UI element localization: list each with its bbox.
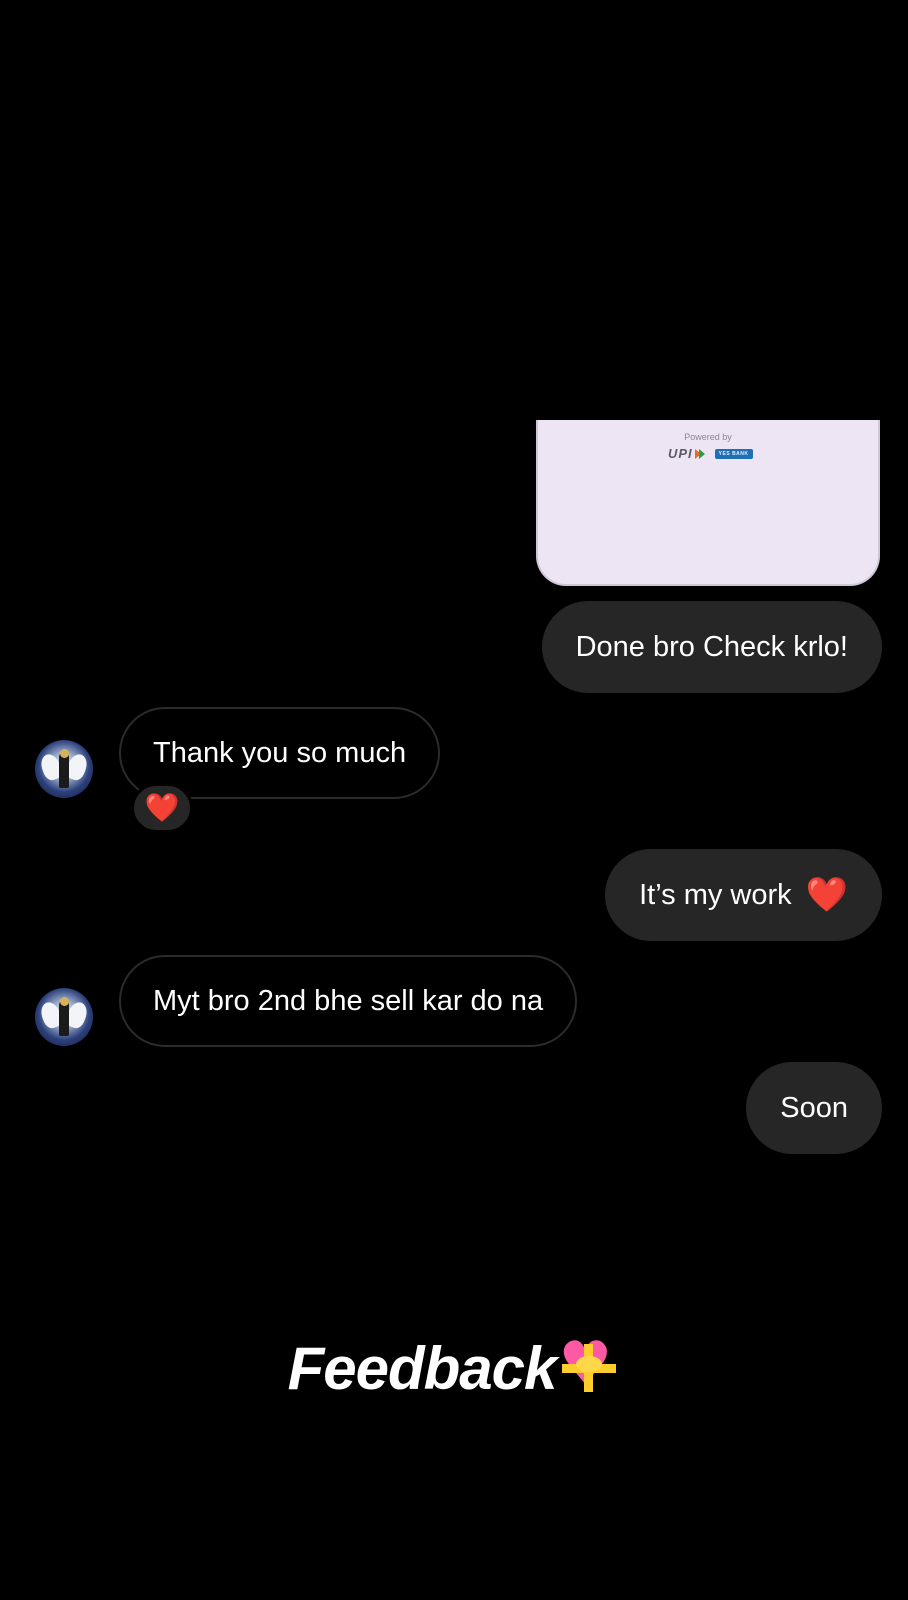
message-reaction[interactable]: ❤️	[131, 783, 193, 833]
powered-by-text: Powered by	[684, 432, 732, 442]
message-bubble-sent[interactable]: Soon	[746, 1062, 882, 1154]
shared-payment-screenshot[interactable]: Powered by UPI YES BANK	[536, 420, 880, 586]
feedback-caption: Feedback ♥	[0, 1334, 908, 1403]
message-text: Myt bro 2nd bhe sell kar do na	[153, 984, 544, 1017]
heart-emoji-icon: ❤️	[805, 875, 848, 915]
upi-logo-text: UPI	[668, 446, 693, 461]
heart-reaction-icon: ❤️	[144, 791, 180, 824]
message-text: Done bro Check krlo!	[575, 630, 848, 663]
contact-avatar[interactable]	[35, 740, 93, 798]
heart-with-ribbon-icon: ♥	[558, 1334, 620, 1398]
message-text: It’s my work	[639, 878, 792, 911]
message-text: Thank you so much	[153, 736, 407, 769]
message-bubble-received[interactable]: Myt bro 2nd bhe sell kar do na	[119, 955, 578, 1047]
message-bubble-sent[interactable]: Done bro Check krlo!	[541, 601, 882, 693]
upi-logo: UPI	[668, 446, 705, 461]
bank-logo: YES BANK	[714, 448, 753, 459]
payment-logos: UPI YES BANK	[668, 446, 753, 461]
message-text: Soon	[780, 1091, 848, 1124]
feedback-text: Feedback	[287, 1335, 558, 1402]
contact-avatar[interactable]	[35, 988, 93, 1046]
message-bubble-sent[interactable]: It’s my work ❤️	[605, 849, 882, 941]
upi-logo-arrow-green	[698, 448, 705, 459]
